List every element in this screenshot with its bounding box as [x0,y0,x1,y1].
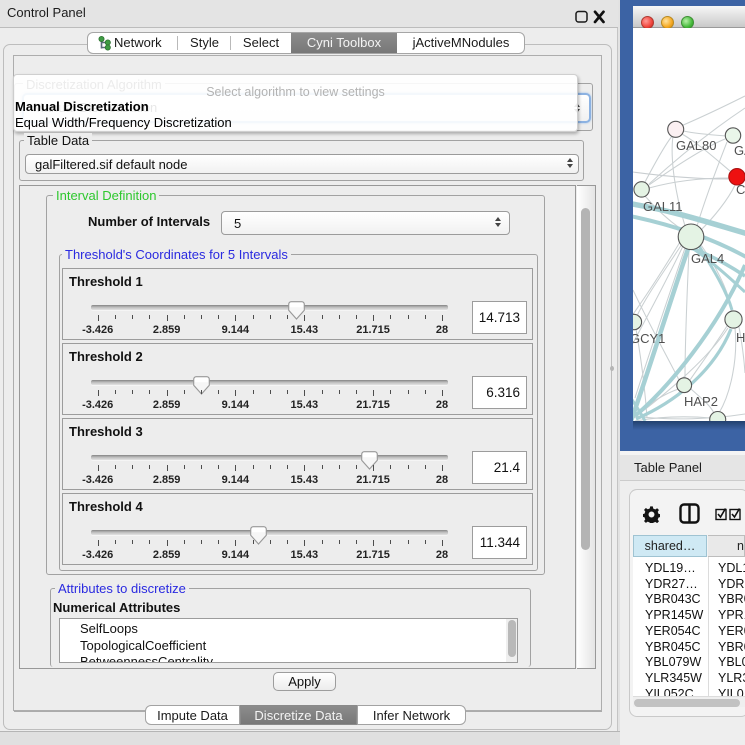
svg-text:HAP2: HAP2 [684,394,718,409]
svg-text:GCY1: GCY1 [633,331,665,346]
svg-text:C: C [736,182,745,197]
svg-text:GAL80: GAL80 [676,138,716,153]
svg-text:H: H [736,330,745,345]
svg-text:GAL11: GAL11 [643,199,683,214]
svg-text:GAL4: GAL4 [691,251,724,266]
svg-text:GA: GA [734,143,745,158]
